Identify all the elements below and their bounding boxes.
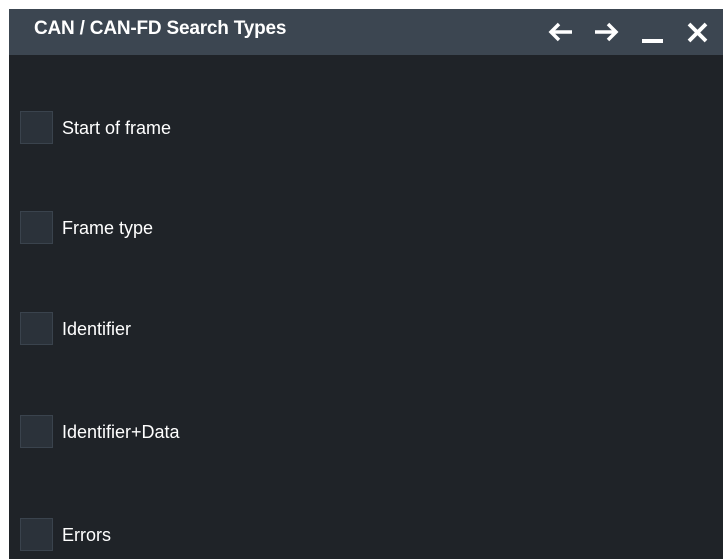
minimize-button[interactable] xyxy=(639,19,667,45)
dialog-titlebar: CAN / CAN-FD Search Types xyxy=(9,9,723,55)
start-of-frame-checkbox[interactable] xyxy=(20,111,53,144)
option-identifier-data[interactable]: Identifier+Data xyxy=(20,415,420,451)
option-label: Errors xyxy=(62,525,111,545)
frame-type-checkbox[interactable] xyxy=(20,211,53,244)
option-label: Frame type xyxy=(62,218,154,238)
option-errors[interactable]: Errors xyxy=(20,518,420,554)
option-frame-type[interactable]: Frame type xyxy=(20,211,420,247)
close-button[interactable] xyxy=(684,19,712,45)
minimize-icon xyxy=(642,39,663,43)
close-icon xyxy=(687,22,708,43)
option-start-of-frame[interactable]: Start of frame xyxy=(20,111,420,147)
option-identifier[interactable]: Identifier xyxy=(20,312,420,348)
search-types-dialog: CAN / CAN-FD Search Types Start of frame… xyxy=(9,9,723,559)
identifier-data-checkbox[interactable] xyxy=(20,415,53,448)
back-button[interactable] xyxy=(547,19,575,45)
forward-button[interactable] xyxy=(592,19,620,45)
arrow-left-icon xyxy=(548,22,572,42)
option-label: Start of frame xyxy=(62,118,172,138)
identifier-checkbox[interactable] xyxy=(20,312,53,345)
arrow-right-icon xyxy=(595,22,619,42)
dialog-title: CAN / CAN-FD Search Types xyxy=(34,18,287,39)
errors-checkbox[interactable] xyxy=(20,518,53,551)
option-label: Identifier xyxy=(62,319,132,339)
option-label: Identifier+Data xyxy=(62,422,180,442)
